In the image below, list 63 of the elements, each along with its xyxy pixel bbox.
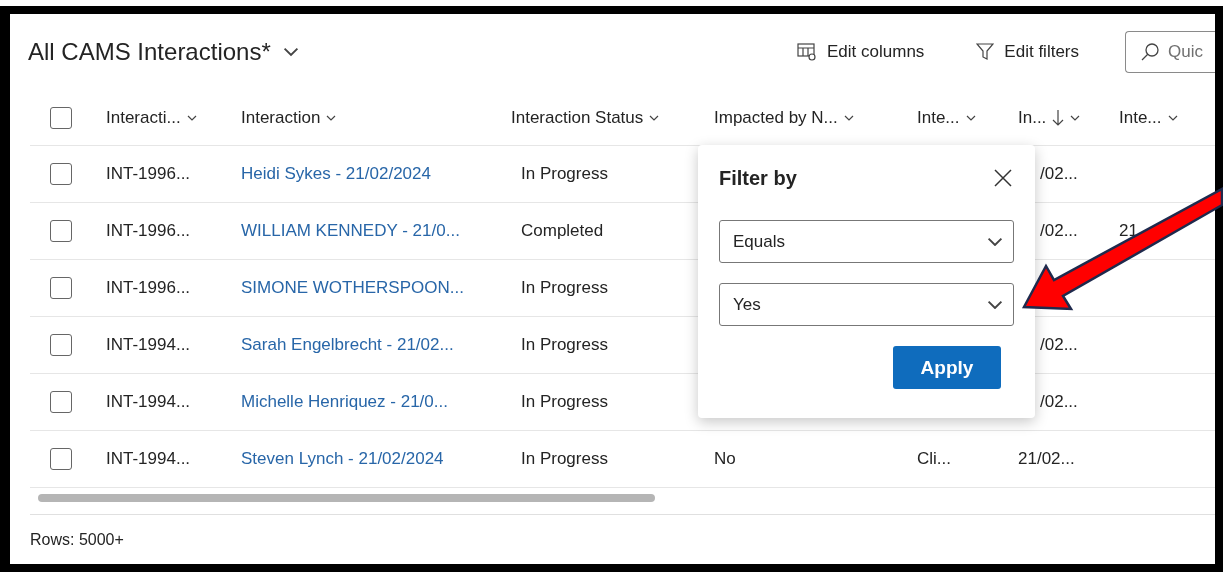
checkbox[interactable]: [50, 391, 72, 413]
table-cell: No: [714, 449, 736, 469]
column-header[interactable]: In...: [1018, 107, 1081, 128]
table-cell: INT-1994...: [106, 392, 191, 412]
checkbox[interactable]: [50, 106, 72, 129]
table-cell: INT-1996...: [106, 278, 191, 298]
chevron-down-icon: [186, 114, 197, 121]
record-link[interactable]: Sarah Engelbrecht - 21/02...: [241, 335, 454, 355]
chevron-down-icon: [1070, 114, 1081, 121]
row-count: Rows: 5000+: [30, 530, 124, 549]
chevron-down-icon: [987, 299, 1003, 310]
search-field[interactable]: Quic: [1125, 31, 1215, 73]
table-cell: In Progress: [521, 278, 608, 298]
apply-button[interactable]: Apply: [893, 346, 1001, 389]
chevron-down-icon: [649, 114, 660, 121]
edit-filters-button[interactable]: Edit filters: [976, 42, 1079, 62]
table-cell: In Progress: [521, 449, 608, 469]
checkbox[interactable]: [50, 163, 72, 185]
chevron-down-icon: [326, 114, 337, 121]
table-cell: 21/02...: [1018, 449, 1075, 469]
column-header[interactable]: Interaction: [241, 107, 337, 128]
table-cell: INT-1996...: [106, 164, 191, 184]
chevron-down-icon: [1167, 114, 1178, 121]
chevron-down-icon: [282, 47, 299, 57]
record-link[interactable]: Michelle Henriquez - 21/0...: [241, 392, 448, 412]
operator-dropdown[interactable]: Equals: [719, 220, 1014, 263]
column-header[interactable]: Interaction Status: [511, 107, 660, 128]
table-cell: INT-1994...: [106, 449, 191, 469]
chevron-down-icon: [843, 114, 854, 121]
table-cell: INT-1996...: [106, 221, 191, 241]
table-cell: 21: [1119, 221, 1138, 241]
view-selector[interactable]: All CAMS Interactions*: [28, 38, 299, 66]
popup-title: Filter by: [719, 167, 797, 190]
record-link[interactable]: WILLIAM KENNEDY - 21/0...: [241, 221, 460, 241]
table-cell: In Progress: [521, 164, 608, 184]
search-icon: [1140, 42, 1160, 62]
chevron-down-icon: [987, 236, 1003, 247]
edit-columns-button[interactable]: Edit columns: [797, 42, 925, 62]
column-header[interactable]: Inte...: [917, 107, 976, 128]
table-cell: /02...: [1040, 392, 1078, 412]
table-cell: In Progress: [521, 335, 608, 355]
checkbox[interactable]: [50, 277, 72, 299]
table-cell: /02...: [1040, 335, 1078, 355]
table-cell: In Progress: [521, 392, 608, 412]
table-cell: /02...: [1040, 164, 1078, 184]
column-header[interactable]: Interacti...: [106, 107, 197, 128]
filter-icon: [976, 43, 995, 61]
table-cell: Completed: [521, 221, 604, 241]
column-header[interactable]: Impacted by N...: [714, 107, 854, 128]
table-settings-icon: [797, 43, 818, 61]
record-link[interactable]: SIMONE WOTHERSPOON...: [241, 278, 464, 298]
table-cell: INT-1994...: [106, 335, 191, 355]
table-cell: Cli...: [917, 449, 951, 469]
checkbox[interactable]: [50, 448, 72, 470]
record-link[interactable]: Heidi Sykes - 21/02/2024: [241, 164, 431, 184]
checkbox[interactable]: [50, 220, 72, 242]
scrollbar[interactable]: [38, 494, 655, 502]
record-link[interactable]: Steven Lynch - 21/02/2024: [241, 449, 444, 469]
table-cell: /02...: [1040, 221, 1078, 241]
value-dropdown[interactable]: Yes: [719, 283, 1014, 326]
column-header[interactable]: Inte...: [1119, 107, 1178, 128]
chevron-down-icon: [965, 114, 976, 121]
checkbox[interactable]: [50, 334, 72, 356]
